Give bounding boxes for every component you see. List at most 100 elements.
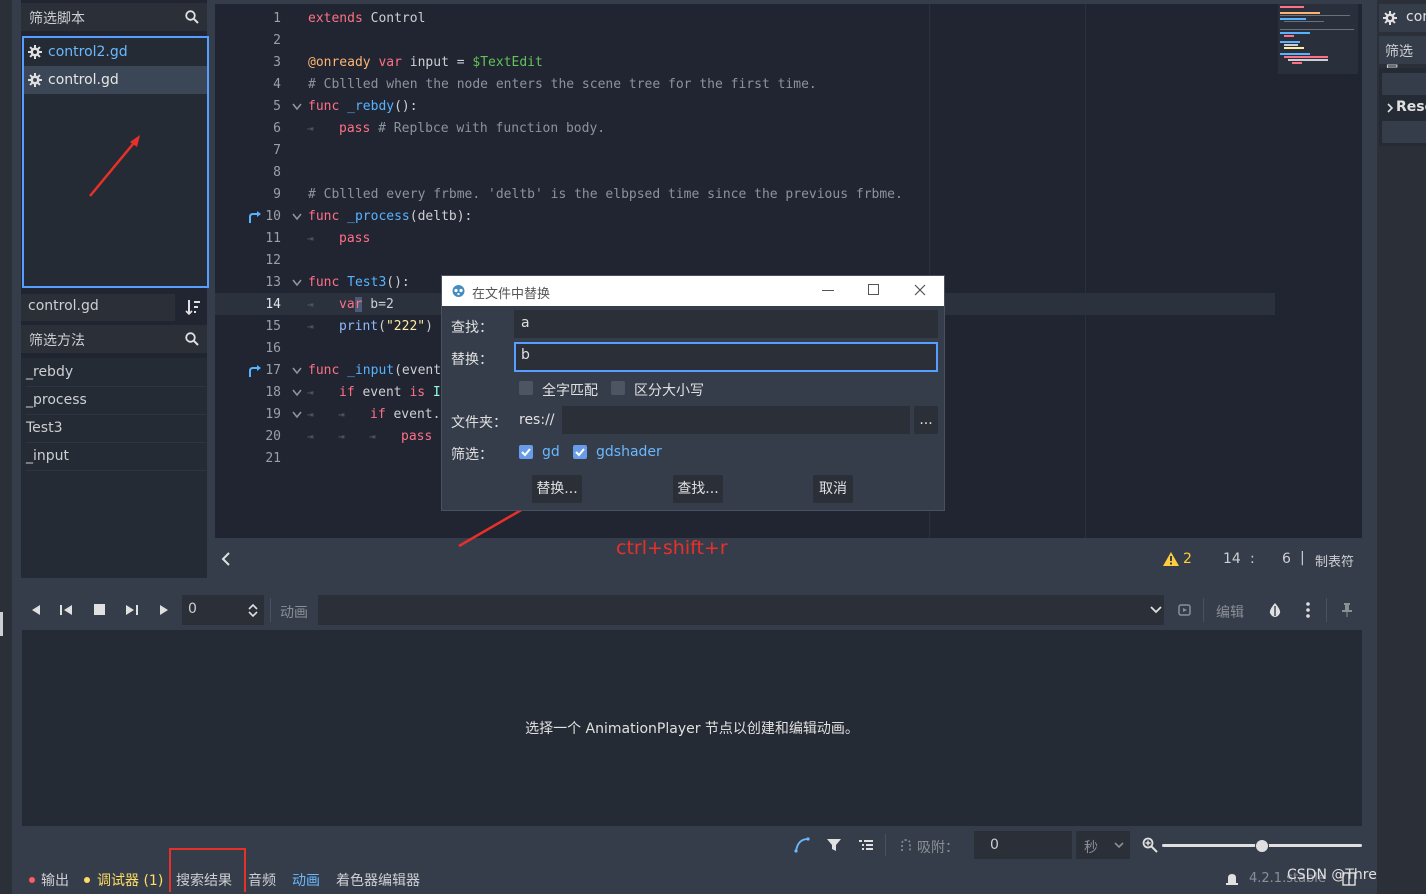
line-number: 19 bbox=[265, 407, 281, 422]
play-backwards-icon[interactable] bbox=[30, 604, 42, 616]
play-icon[interactable] bbox=[158, 604, 170, 616]
script-item-control[interactable]: control.gd bbox=[24, 66, 207, 94]
inspector-section-resource[interactable]: Reso bbox=[1382, 97, 1426, 119]
play-backwards-from-end-icon[interactable] bbox=[60, 604, 74, 616]
filter-scripts-placeholder: 筛选脚本 bbox=[29, 11, 85, 27]
tab-marker-icon: ⇥ bbox=[369, 430, 376, 443]
method-item[interactable]: _rebdy bbox=[26, 358, 206, 387]
sort-icon[interactable] bbox=[185, 299, 201, 315]
folder-prefix: res:// bbox=[519, 412, 555, 428]
output-dot bbox=[29, 877, 35, 883]
bezier-icon[interactable] bbox=[794, 837, 810, 853]
tab-debugger[interactable]: 调试器 (1) bbox=[97, 870, 163, 890]
filter-gd-checkbox[interactable] bbox=[519, 445, 533, 459]
autoplay-icon[interactable] bbox=[1178, 603, 1192, 617]
cursor-line: 14 bbox=[1223, 551, 1241, 567]
fold-arrow-icon[interactable] bbox=[292, 411, 302, 419]
inspector-node-name: con bbox=[1406, 9, 1426, 25]
tab-audio[interactable]: 音频 bbox=[248, 870, 276, 890]
inspector-row bbox=[1382, 73, 1426, 95]
maximize-icon[interactable] bbox=[868, 284, 879, 295]
replace-label: 替换： bbox=[451, 352, 493, 368]
current-script-field[interactable]: control.gd bbox=[21, 294, 175, 321]
find-input[interactable]: a bbox=[514, 310, 938, 338]
pin-icon[interactable] bbox=[1341, 602, 1353, 618]
line-number: 14 bbox=[265, 297, 281, 312]
cursor-column: 6 bbox=[1282, 551, 1291, 567]
method-item[interactable]: _input bbox=[26, 442, 206, 471]
minimize-icon[interactable] bbox=[822, 290, 834, 292]
method-item[interactable]: _process bbox=[26, 386, 206, 415]
chevron-down-icon bbox=[1114, 842, 1124, 849]
animation-select[interactable] bbox=[318, 595, 1164, 625]
replace-button[interactable]: 替换... bbox=[532, 475, 582, 503]
status-divider: | bbox=[1300, 550, 1305, 566]
tab-output[interactable]: 输出 bbox=[41, 870, 69, 890]
unit-select[interactable]: 秒 bbox=[1076, 831, 1130, 859]
line-number: 9 bbox=[273, 187, 281, 202]
filter-gdshader-label[interactable]: gdshader bbox=[596, 444, 662, 460]
line-length-guide bbox=[1085, 4, 1086, 538]
filter-gdshader-checkbox[interactable] bbox=[573, 445, 587, 459]
match-case-checkbox[interactable] bbox=[611, 381, 625, 395]
browse-folder-button[interactable]: ... bbox=[914, 406, 938, 434]
fold-arrow-icon[interactable] bbox=[292, 367, 302, 375]
animation-label: 动画 bbox=[280, 605, 308, 621]
snap-icon[interactable] bbox=[899, 838, 913, 852]
chevron-down-icon[interactable] bbox=[1150, 606, 1162, 614]
filter-methods-input[interactable]: 筛选方法 bbox=[21, 325, 207, 353]
replace-input[interactable]: b bbox=[514, 342, 938, 372]
dialog-titlebar[interactable]: 在文件中替换 bbox=[442, 276, 944, 306]
minimap[interactable] bbox=[1278, 4, 1358, 74]
tab-marker-icon: ⇥ bbox=[338, 408, 345, 421]
debugger-dot bbox=[84, 877, 90, 883]
warning-count[interactable]: 2 bbox=[1183, 551, 1192, 567]
script-name: control.gd bbox=[48, 72, 119, 88]
override-icon[interactable] bbox=[248, 365, 261, 378]
list-icon[interactable] bbox=[859, 838, 873, 852]
find-button[interactable]: 查找... bbox=[673, 475, 723, 503]
script-item-control2[interactable]: control2.gd bbox=[24, 38, 207, 66]
zoom-icon[interactable] bbox=[1142, 837, 1158, 853]
method-item[interactable]: Test3 bbox=[26, 414, 206, 443]
snap-input[interactable]: 0 bbox=[974, 831, 1072, 859]
edit-label[interactable]: 编辑 bbox=[1216, 602, 1244, 622]
zoom-slider-handle[interactable] bbox=[1255, 839, 1269, 853]
close-icon[interactable] bbox=[914, 284, 926, 296]
inspector-filter-input[interactable]: 筛选属 bbox=[1379, 36, 1426, 80]
override-icon[interactable] bbox=[248, 211, 261, 224]
fold-arrow-icon[interactable] bbox=[292, 389, 302, 397]
notification-icon[interactable] bbox=[1225, 872, 1239, 886]
match-case-label[interactable]: 区分大小写 bbox=[634, 380, 704, 400]
method-label: Test3 bbox=[26, 420, 63, 436]
find-label: 查找： bbox=[451, 320, 493, 336]
tab-animation[interactable]: 动画 bbox=[292, 870, 320, 890]
tab-shader-editor[interactable]: 着色器编辑器 bbox=[336, 870, 420, 890]
filter-gd-label[interactable]: gd bbox=[542, 444, 560, 460]
warning-icon[interactable] bbox=[1163, 552, 1179, 566]
script-name: control2.gd bbox=[48, 44, 128, 60]
indent-mode[interactable]: 制表符 bbox=[1315, 551, 1354, 570]
stop-icon[interactable] bbox=[94, 604, 105, 615]
filter-scripts-input[interactable]: 筛选脚本 bbox=[21, 3, 207, 31]
cancel-button[interactable]: 取消 bbox=[813, 475, 853, 503]
fold-arrow-icon[interactable] bbox=[292, 279, 302, 287]
layout-icon[interactable] bbox=[1342, 872, 1356, 886]
fold-arrow-icon[interactable] bbox=[292, 103, 302, 111]
left-dock-handle[interactable] bbox=[0, 612, 3, 636]
more-options-icon[interactable] bbox=[1306, 602, 1310, 618]
code-line: func _process(deltb): bbox=[308, 209, 473, 224]
whole-words-checkbox[interactable] bbox=[519, 381, 533, 395]
onion-skin-icon[interactable] bbox=[1268, 602, 1282, 618]
folder-input[interactable] bbox=[562, 406, 910, 434]
chevron-left-icon[interactable] bbox=[221, 552, 231, 566]
search-icon bbox=[185, 10, 199, 24]
snap-value: 0 bbox=[990, 837, 999, 853]
whole-words-label[interactable]: 全字匹配 bbox=[542, 380, 598, 400]
line-number: 12 bbox=[265, 253, 281, 268]
fold-arrow-icon[interactable] bbox=[292, 213, 302, 221]
play-from-start-icon[interactable] bbox=[124, 604, 138, 616]
filter-icon[interactable] bbox=[827, 838, 841, 852]
code-line: if event is I bbox=[339, 385, 441, 400]
spin-arrows-icon[interactable] bbox=[248, 603, 258, 618]
